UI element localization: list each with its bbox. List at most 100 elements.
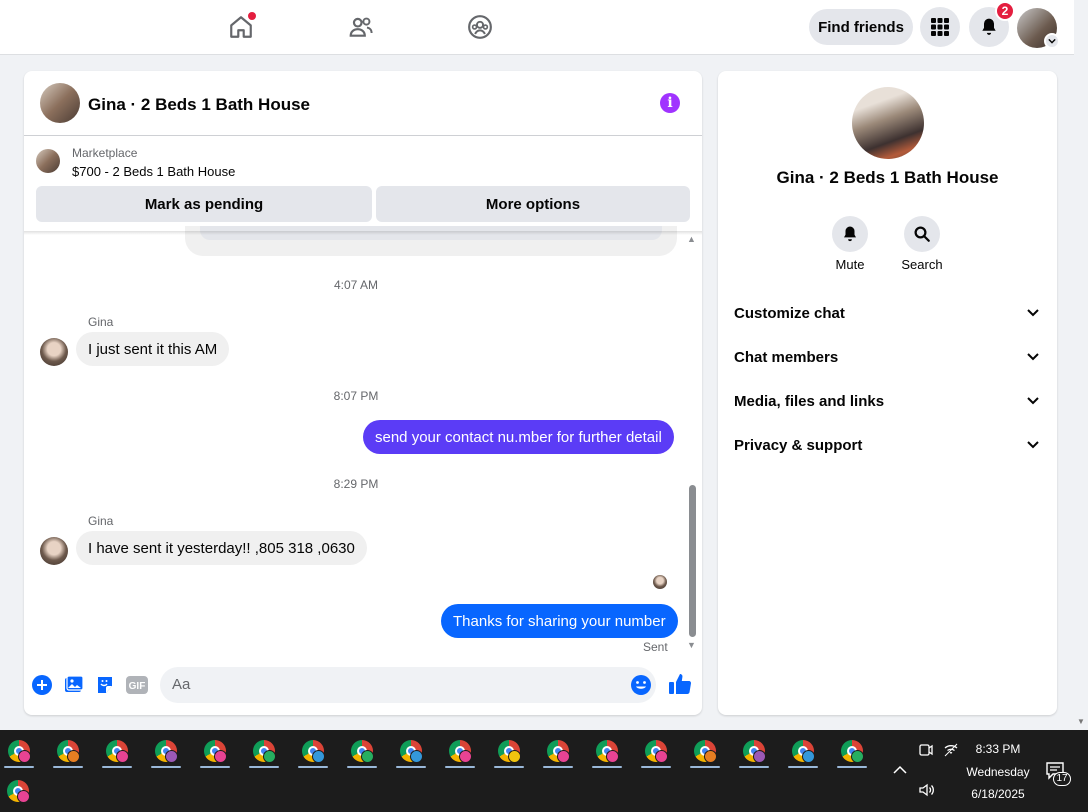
taskbar-chrome-window[interactable]: [394, 734, 428, 770]
taskbar-chrome-app[interactable]: [1, 774, 35, 810]
taskbar-chrome-window[interactable]: [296, 734, 330, 770]
listing-title[interactable]: $700 - 2 Beds 1 Bath House: [72, 164, 235, 179]
taskbar-chrome-window[interactable]: [786, 734, 820, 770]
clock-day[interactable]: Wednesday: [960, 765, 1036, 779]
taskbar-chrome-window[interactable]: [443, 734, 477, 770]
sender-avatar[interactable]: [40, 537, 68, 565]
page-scrollbar[interactable]: ▼: [1074, 0, 1088, 730]
chat-members-row[interactable]: Chat members: [734, 335, 1041, 379]
scroll-up-icon[interactable]: ▲: [687, 234, 696, 244]
meet-now-icon[interactable]: [918, 742, 934, 761]
taskbar-chrome-window[interactable]: [2, 734, 36, 770]
photo-icon: [65, 675, 84, 692]
sender-avatar[interactable]: [40, 338, 68, 366]
taskbar-chrome-window[interactable]: [688, 734, 722, 770]
notification-badge: 2: [995, 1, 1015, 21]
home-notification-dot: [248, 12, 256, 20]
mark-as-pending-button[interactable]: Mark as pending: [36, 186, 372, 222]
listing-thumbnail[interactable]: [36, 149, 60, 173]
friends-tab[interactable]: [344, 10, 378, 44]
profile-icon: [165, 750, 178, 763]
find-friends-button[interactable]: Find friends: [809, 9, 913, 45]
gif-button[interactable]: GIF: [126, 674, 148, 696]
chevron-down-icon: [1025, 349, 1041, 365]
customize-chat-row[interactable]: Customize chat: [734, 291, 1041, 335]
mute-button[interactable]: [832, 216, 868, 252]
open-window-indicator: [837, 766, 867, 768]
taskbar-chrome-window[interactable]: [100, 734, 134, 770]
taskbar-chrome-window[interactable]: [345, 734, 379, 770]
taskbar-chrome-window[interactable]: [541, 734, 575, 770]
clock-date[interactable]: 6/18/2025: [960, 787, 1036, 801]
outgoing-message[interactable]: send your contact nu.mber for further de…: [363, 420, 674, 454]
open-window-indicator: [53, 766, 83, 768]
taskbar-chrome-window[interactable]: [51, 734, 85, 770]
taskbar-chrome-window[interactable]: [590, 734, 624, 770]
profile-icon: [17, 790, 30, 803]
chevron-down-icon: [1025, 437, 1041, 453]
open-window-indicator: [396, 766, 426, 768]
attach-photo-button[interactable]: [63, 674, 85, 696]
taskbar-chrome-window[interactable]: [149, 734, 183, 770]
thumbs-up-icon: [669, 674, 692, 695]
menu-button[interactable]: [920, 7, 960, 47]
taskbar-chrome-window[interactable]: [835, 734, 869, 770]
search-button[interactable]: [904, 216, 940, 252]
header-shadow: [24, 231, 702, 235]
profile-icon: [214, 750, 227, 763]
sticker-icon: [98, 677, 112, 693]
profile-icon: [459, 750, 472, 763]
bell-icon: [844, 226, 856, 242]
outgoing-message[interactable]: Thanks for sharing your number: [441, 604, 678, 638]
open-window-indicator: [249, 766, 279, 768]
profile-icon: [753, 750, 766, 763]
sticker-button[interactable]: [94, 674, 116, 696]
clock-time[interactable]: 8:33 PM: [960, 742, 1036, 756]
volume-icon[interactable]: [918, 782, 936, 801]
top-navigation: Find friends 2: [0, 0, 1074, 55]
taskbar-chrome-window[interactable]: [198, 734, 232, 770]
groups-icon: [468, 15, 492, 39]
windows-taskbar: 8:33 PM Wednesday 6/18/2025 17: [0, 730, 1088, 812]
privacy-support-row[interactable]: Privacy & support: [734, 423, 1041, 467]
taskbar-chrome-window[interactable]: [247, 734, 281, 770]
home-tab[interactable]: [224, 10, 258, 44]
chevron-down-icon[interactable]: [1044, 33, 1060, 49]
profile-icon: [851, 750, 864, 763]
more-options-button[interactable]: More options: [376, 186, 690, 222]
message-input[interactable]: Aa: [160, 667, 656, 703]
taskbar-chrome-window[interactable]: [639, 734, 673, 770]
message-placeholder: Aa: [172, 676, 191, 693]
emoji-icon[interactable]: [630, 674, 652, 696]
open-window-indicator: [592, 766, 622, 768]
open-window-indicator: [347, 766, 377, 768]
incoming-message[interactable]: I have sent it yesterday!! ,805 318 ,063…: [76, 531, 367, 565]
grid-menu-icon: [931, 18, 949, 36]
taskbar-chrome-window[interactable]: [492, 734, 526, 770]
profile-icon: [116, 750, 129, 763]
scroll-down-icon[interactable]: ▼: [687, 640, 696, 650]
network-icon[interactable]: [943, 742, 959, 761]
plus-circle-icon: [32, 675, 52, 695]
chat-avatar[interactable]: [40, 83, 80, 123]
more-actions-button[interactable]: [31, 674, 53, 696]
like-button[interactable]: [668, 672, 692, 696]
notifications-button[interactable]: 2: [969, 1, 1015, 47]
chat-scrollbar-thumb[interactable]: [689, 485, 696, 637]
groups-tab[interactable]: [463, 10, 497, 44]
profile-icon: [508, 750, 521, 763]
info-icon[interactable]: i: [660, 93, 680, 113]
profile-icon: [361, 750, 374, 763]
chat-title[interactable]: Gina · 2 Beds 1 Bath House: [88, 95, 310, 115]
scroll-down-icon[interactable]: ▼: [1077, 717, 1085, 726]
customize-chat-label: Customize chat: [734, 304, 845, 322]
incoming-message[interactable]: I just sent it this AM: [76, 332, 230, 366]
media-files-links-row[interactable]: Media, files and links: [734, 379, 1041, 423]
chat-members-label: Chat members: [734, 348, 839, 366]
open-window-indicator: [494, 766, 524, 768]
conversation-avatar[interactable]: [852, 87, 924, 159]
show-hidden-icons[interactable]: [893, 763, 907, 778]
taskbar-chrome-window[interactable]: [737, 734, 771, 770]
privacy-support-label: Privacy & support: [734, 436, 863, 454]
profile-icon: [557, 750, 570, 763]
